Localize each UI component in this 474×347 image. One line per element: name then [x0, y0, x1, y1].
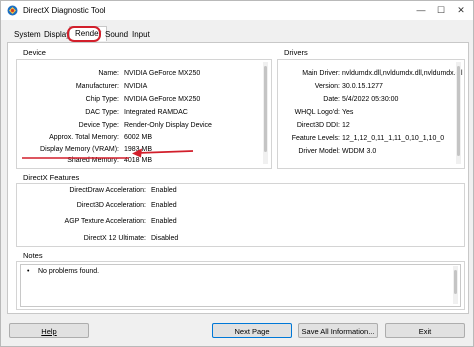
drivers-scroll-thumb[interactable] [457, 66, 460, 156]
drivers-scrollbar[interactable] [456, 62, 461, 164]
total-memory-value: 6002 MB [124, 134, 153, 141]
notes-scroll-thumb[interactable] [454, 270, 457, 294]
date-label: Date: [323, 96, 340, 103]
dac-type-value: Integrated RAMDAC [124, 109, 188, 116]
direct3d-label: Direct3D Acceleration: [76, 202, 146, 209]
dac-type-label: DAC Type: [85, 109, 119, 116]
notes-scrollbar[interactable] [453, 266, 458, 304]
feature-levels-label: Feature Levels: [291, 135, 340, 142]
directdraw-value: Enabled [151, 187, 177, 194]
features-group: DirectDraw Acceleration: Enabled Direct3… [16, 183, 465, 247]
manufacturer-label: Manufacturer: [75, 83, 119, 90]
help-button-label: Help [41, 327, 57, 336]
notes-heading: Notes [23, 251, 43, 260]
tab-system[interactable]: System [14, 30, 41, 39]
drivers-group: Main Driver: nvldumdx.dll,nvldumdx.dll,n… [277, 59, 465, 169]
next-page-button[interactable]: Next Page [212, 323, 292, 338]
direct3d-ddi-label: Direct3D DDI: [296, 122, 340, 129]
save-all-information-button[interactable]: Save All Information... [298, 323, 378, 338]
tab-input[interactable]: Input [132, 30, 150, 39]
driver-model-label: Driver Model: [298, 148, 340, 155]
directdraw-label: DirectDraw Acceleration: [69, 187, 146, 194]
device-type-label: Device Type: [78, 122, 119, 129]
whql-value: Yes [342, 109, 354, 116]
device-name-label: Name: [98, 70, 119, 77]
device-scrollbar[interactable] [263, 62, 268, 164]
notes-group: • No problems found. [16, 261, 465, 310]
notes-bullet: • [27, 268, 30, 275]
next-page-button-label: Next Page [234, 327, 270, 336]
dx12-ultimate-value: Disabled [151, 235, 179, 242]
agp-label: AGP Texture Acceleration: [64, 218, 146, 225]
close-button[interactable]: ✕ [451, 1, 471, 20]
notes-item: No problems found. [38, 268, 100, 275]
tab-sound[interactable]: Sound [105, 30, 128, 39]
total-memory-label: Approx. Total Memory: [49, 134, 119, 141]
dx12-ultimate-label: DirectX 12 Ultimate: [83, 235, 146, 242]
exit-button[interactable]: Exit [385, 323, 465, 338]
version-value: 30.0.15.1277 [342, 83, 383, 90]
device-name-value: NVIDIA GeForce MX250 [124, 70, 201, 77]
render-tab-highlight [67, 26, 101, 42]
chip-type-value: NVIDIA GeForce MX250 [124, 96, 201, 103]
feature-levels-value: 12_1,12_0,11_1,11_0,10_1,10_0 [342, 135, 445, 142]
maximize-button[interactable]: ☐ [431, 1, 451, 20]
notes-textbox[interactable]: • No problems found. [20, 264, 461, 307]
chip-type-label: Chip Type: [85, 96, 119, 103]
features-heading: DirectX Features [23, 173, 80, 182]
version-label: Version: [314, 83, 340, 90]
device-heading: Device [23, 48, 46, 57]
whql-label: WHQL Logo'd: [294, 109, 340, 116]
minimize-button[interactable]: — [411, 1, 431, 20]
help-button[interactable]: Help [9, 323, 89, 338]
device-scroll-thumb[interactable] [264, 66, 267, 152]
direct3d-value: Enabled [151, 202, 177, 209]
title-bar: DirectX Diagnostic Tool — ☐ ✕ [1, 1, 473, 20]
vram-highlight-arrow [22, 148, 194, 159]
direct3d-ddi-value: 12 [342, 122, 350, 129]
window-title: DirectX Diagnostic Tool [23, 6, 106, 15]
drivers-heading: Drivers [284, 48, 308, 57]
driver-model-value: WDDM 3.0 [342, 148, 377, 155]
main-driver-label: Main Driver: [302, 70, 340, 77]
device-type-value: Render-Only Display Device [124, 122, 212, 129]
dxdiag-app-icon [7, 5, 18, 16]
date-value: 5/4/2022 05:30:00 [342, 96, 399, 103]
exit-button-label: Exit [418, 327, 432, 336]
main-driver-value: nvldumdx.dll,nvldumdx.dll,nvldumdx.dll [342, 70, 463, 77]
agp-value: Enabled [151, 218, 177, 225]
save-all-button-label: Save All Information... [301, 327, 375, 336]
dxdiag-window: DirectX Diagnostic Tool — ☐ ✕ System Dis… [0, 0, 474, 347]
manufacturer-value: NVIDIA [124, 83, 148, 90]
